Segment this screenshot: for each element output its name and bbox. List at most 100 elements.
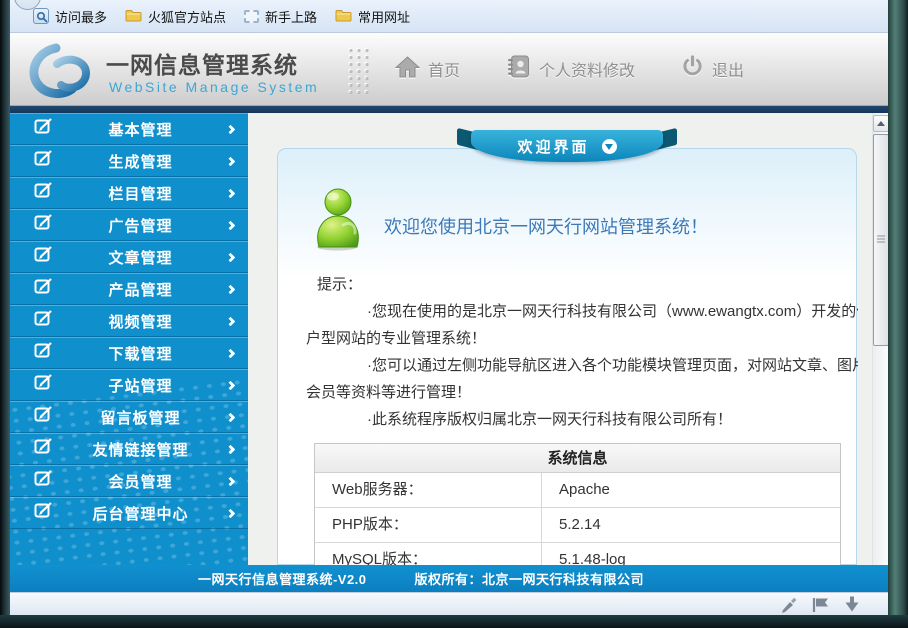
sidebar-item-label: 生成管理 — [54, 151, 227, 172]
banner-title: 欢迎界面 — [517, 136, 589, 157]
sidebar-item-label: 视频管理 — [54, 311, 227, 332]
bookmark-common-sites[interactable]: 常用网址 — [326, 4, 419, 29]
nav-logout[interactable]: 退出 — [681, 55, 744, 83]
app-logo-icon — [26, 41, 100, 104]
sidebar-item-label: 子站管理 — [54, 375, 227, 396]
sidebar-item-label: 友情链接管理 — [54, 439, 227, 460]
table-cell-key: PHP版本： — [315, 508, 542, 542]
table-cell-value: Apache — [542, 473, 610, 507]
nav-label: 首页 — [428, 57, 460, 81]
edit-pencil-icon — [34, 502, 54, 524]
sidebar-item-label: 基本管理 — [54, 119, 227, 140]
bookmark-getting-started[interactable]: 新手上路 — [235, 4, 326, 29]
tip-text: 会员等资料等进行管理！ — [304, 379, 858, 406]
app-subtitle: WebSite Manage System — [109, 79, 319, 95]
edit-pencil-icon — [34, 118, 54, 140]
sidebar-item-download-mgmt[interactable]: 下载管理 — [10, 337, 248, 369]
sidebar-item-product-mgmt[interactable]: 产品管理 — [10, 273, 248, 305]
edit-pencil-icon — [34, 438, 54, 460]
chevron-right-icon — [226, 316, 236, 326]
welcome-heading: 欢迎您使用北京一网天行网站管理系统！ — [384, 213, 708, 239]
table-cell-key: Web服务器： — [315, 473, 542, 507]
nav-profile-edit[interactable]: 个人资料修改 — [506, 54, 635, 84]
edit-pencil-icon — [34, 278, 54, 300]
bookmark-label: 常用网址 — [358, 7, 410, 26]
tip-text: 户型网站的专业管理系统！ — [304, 325, 858, 352]
window-frame-right — [888, 0, 908, 628]
footer-copyright: 版权所有：北京一网天行科技有限公司 — [415, 569, 645, 588]
window-frame-bottom — [0, 615, 908, 628]
edit-pencil-icon — [34, 310, 54, 332]
browser-addon-bar — [10, 592, 888, 615]
chevron-right-icon — [226, 284, 236, 294]
table-title: 系统信息 — [315, 444, 840, 473]
sidebar-item-subsite-mgmt[interactable]: 子站管理 — [10, 369, 248, 401]
chevron-right-icon — [226, 444, 236, 454]
tip-text: ·您现在使用的是北京一网天行科技有限公司（www.ewangtx.com）开发的… — [304, 298, 858, 325]
system-info-table: 系统信息 Web服务器： Apache PHP版本： 5.2.14 MySQL版… — [314, 443, 841, 565]
sidebar-item-generate-mgmt[interactable]: 生成管理 — [10, 145, 248, 177]
collapse-down-icon[interactable] — [602, 139, 617, 154]
edit-pencil-icon — [34, 182, 54, 204]
sidebar-item-label: 会员管理 — [54, 471, 227, 492]
sidebar-item-label: 广告管理 — [54, 215, 227, 236]
nav-home[interactable]: 首页 — [395, 55, 460, 83]
app-title: 一网信息管理系统 — [106, 46, 298, 80]
ribbon-band: 欢迎界面 — [471, 130, 663, 162]
sidebar-item-label: 栏目管理 — [54, 183, 227, 204]
window-frame-left — [0, 0, 10, 628]
tip-text: ·此系统程序版权归属北京一网天行科技有限公司所有！ — [304, 406, 858, 433]
green-user-avatar — [310, 187, 366, 256]
sidebar-item-column-mgmt[interactable]: 栏目管理 — [10, 177, 248, 209]
sidebar-item-links-mgmt[interactable]: 友情链接管理 — [10, 433, 248, 465]
sidebar-item-guestbook-mgmt[interactable]: 留言板管理 — [10, 401, 248, 433]
scrollbar-thumb[interactable] — [873, 134, 889, 346]
bookmark-most-visited[interactable]: 访问最多 — [24, 4, 116, 29]
browser-window: 访问最多 火狐官方站点 新手上路 常用网址 — [0, 0, 908, 628]
footer-version: 一网天行信息管理系统-V2.0 — [198, 569, 367, 588]
page-footer: 一网天行信息管理系统-V2.0 版权所有：北京一网天行科技有限公司 — [10, 565, 888, 592]
dashed-folder-icon — [244, 10, 259, 23]
sidebar-item-ad-mgmt[interactable]: 广告管理 — [10, 209, 248, 241]
vertical-scrollbar[interactable] — [872, 113, 888, 565]
header-divider — [10, 106, 888, 113]
chevron-right-icon — [226, 380, 236, 390]
sidebar-item-video-mgmt[interactable]: 视频管理 — [10, 305, 248, 337]
address-book-icon — [506, 54, 531, 84]
chevron-right-icon — [226, 188, 236, 198]
sidebar-item-article-mgmt[interactable]: 文章管理 — [10, 241, 248, 273]
edit-pencil-icon — [34, 470, 54, 492]
flag-icon[interactable] — [811, 596, 831, 613]
tips-label: 提示： — [304, 271, 858, 298]
bookmark-firefox-official[interactable]: 火狐官方站点 — [116, 4, 235, 29]
table-cell-value: 5.1.48-log — [542, 543, 626, 565]
table-row: MySQL版本： 5.1.48-log — [315, 543, 840, 565]
sidebar-item-label: 留言板管理 — [54, 407, 227, 428]
welcome-banner: 欢迎界面 — [455, 129, 679, 166]
sidebar-item-label: 下载管理 — [54, 343, 227, 364]
sidebar-item-member-mgmt[interactable]: 会员管理 — [10, 465, 248, 497]
sidebar-item-admin-center[interactable]: 后台管理中心 — [10, 497, 248, 529]
chevron-right-icon — [226, 252, 236, 262]
chevron-right-icon — [226, 412, 236, 422]
edit-pencil-icon — [34, 406, 54, 428]
chevron-right-icon — [226, 508, 236, 518]
table-cell-key: MySQL版本： — [315, 543, 542, 565]
brush-icon[interactable] — [780, 595, 798, 613]
sidebar-item-label: 产品管理 — [54, 279, 227, 300]
nav-label: 退出 — [712, 57, 744, 81]
edit-pencil-icon — [34, 246, 54, 268]
header-nav: 首页 个人资料修改 — [395, 33, 744, 105]
sidebar-item-basic-mgmt[interactable]: 基本管理 — [10, 113, 248, 145]
sidebar-item-label: 文章管理 — [54, 247, 227, 268]
chevron-right-icon — [226, 476, 236, 486]
scrollbar-up-button[interactable] — [873, 115, 889, 132]
tips-block: 提示： ·您现在使用的是北京一网天行科技有限公司（www.ewangtx.com… — [304, 271, 858, 433]
sidebar-item-label: 后台管理中心 — [54, 503, 227, 524]
table-row: Web服务器： Apache — [315, 473, 840, 508]
download-arrow-icon[interactable] — [844, 595, 860, 613]
tip-text: ·您可以通过左侧功能导航区进入各个功能模块管理页面，对网站文章、图片、视 — [304, 352, 858, 379]
bookmark-label: 新手上路 — [265, 7, 317, 26]
bookmarks-bar: 访问最多 火狐官方站点 新手上路 常用网址 — [10, 0, 888, 33]
page-header: 一网信息管理系统 WebSite Manage System 首页 — [10, 33, 888, 106]
